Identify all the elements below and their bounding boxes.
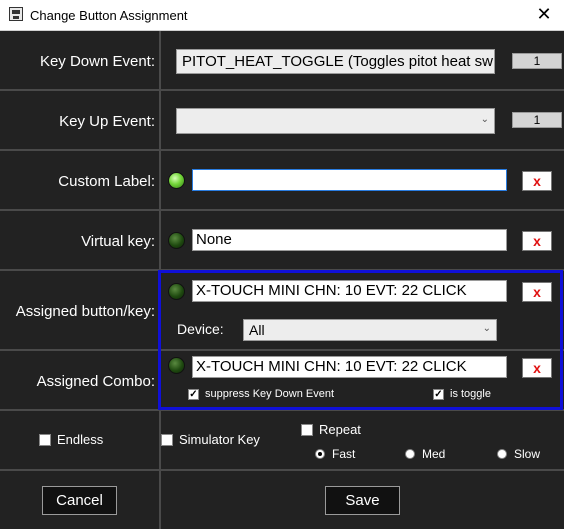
clear-custom-label-button[interactable]: x — [522, 171, 552, 191]
custom-label-input[interactable] — [192, 169, 507, 191]
radio-icon — [497, 449, 507, 459]
simulator-key-checkbox[interactable]: Simulator Key — [161, 432, 260, 447]
checkbox-box — [161, 433, 173, 446]
speed-med-label: Med — [422, 447, 446, 461]
repeat-label: Repeat — [319, 422, 361, 437]
key-down-label: Key Down Event: — [39, 53, 155, 70]
simulator-key-label: Simulator Key — [179, 432, 260, 447]
led-on-icon — [168, 172, 185, 189]
key-down-select[interactable]: PITOT_HEAT_TOGGLE (Toggles pitot heat sw… — [176, 49, 495, 74]
is-toggle-checkbox[interactable]: ✓ is toggle — [433, 388, 491, 400]
key-up-count[interactable]: 1 — [512, 112, 562, 128]
checkbox-box — [39, 433, 51, 446]
assigned-button-input[interactable]: X-TOUCH MINI CHN: 10 EVT: 22 CLICK — [192, 280, 507, 302]
row-divider — [0, 469, 564, 471]
repeat-checkbox[interactable]: Repeat — [301, 422, 361, 437]
window-title: Change Button Assignment — [30, 8, 188, 23]
key-down-value: PITOT_HEAT_TOGGLE (Toggles pitot heat sw… — [182, 53, 494, 70]
chevron-down-icon: ⌄ — [482, 323, 491, 334]
assigned-button-label: Assigned button/key: — [15, 303, 155, 320]
device-value: All — [249, 322, 265, 338]
row-divider — [0, 149, 564, 151]
speed-fast-label: Fast — [332, 447, 356, 461]
chevron-down-icon: ⌄ — [480, 54, 489, 66]
clear-virtual-key-button[interactable]: x — [522, 231, 552, 251]
speed-med-radio[interactable]: Med — [405, 447, 445, 461]
device-select[interactable]: All ⌄ — [243, 319, 497, 341]
checkmark-icon: ✓ — [433, 388, 444, 400]
virtual-key-label: Virtual key: — [81, 233, 155, 250]
virtual-key-input[interactable]: None — [192, 229, 507, 251]
speed-fast-radio[interactable]: Fast — [315, 447, 355, 461]
title-bar: Change Button Assignment ✕ — [0, 0, 564, 31]
clear-assigned-button-button[interactable]: x — [522, 282, 552, 302]
key-down-count[interactable]: 1 — [512, 53, 562, 69]
key-up-select[interactable]: ⌄ — [176, 108, 495, 134]
app-icon — [9, 7, 23, 21]
speed-slow-label: Slow — [514, 447, 541, 461]
cancel-button[interactable]: Cancel — [42, 486, 117, 515]
device-label: Device: — [177, 321, 224, 337]
endless-label: Endless — [57, 432, 104, 447]
led-off-icon — [168, 232, 185, 249]
radio-icon — [405, 449, 415, 459]
led-off-icon — [168, 283, 185, 300]
clear-assigned-combo-button[interactable]: x — [522, 358, 552, 378]
custom-label-label: Custom Label: — [58, 173, 155, 190]
suppress-key-down-checkbox[interactable]: ✓ suppress Key Down Event — [188, 388, 334, 400]
save-button[interactable]: Save — [325, 486, 400, 515]
checkbox-box — [301, 423, 313, 436]
checkmark-icon: ✓ — [188, 388, 199, 400]
speed-slow-radio[interactable]: Slow — [497, 447, 540, 461]
is-toggle-label: is toggle — [450, 388, 491, 400]
chevron-down-icon: ⌄ — [480, 113, 489, 125]
row-divider — [0, 209, 564, 211]
key-up-label: Key Up Event: — [59, 113, 155, 130]
suppress-key-down-label: suppress Key Down Event — [205, 388, 335, 400]
radio-selected-icon — [315, 449, 325, 459]
close-icon[interactable]: ✕ — [533, 4, 555, 24]
dialog-body: Key Down Event: PITOT_HEAT_TOGGLE (Toggl… — [0, 31, 564, 529]
assigned-combo-label: Assigned Combo: — [36, 373, 155, 390]
endless-checkbox[interactable]: Endless — [39, 432, 103, 447]
assigned-combo-input[interactable]: X-TOUCH MINI CHN: 10 EVT: 22 CLICK — [192, 356, 507, 378]
row-divider — [0, 89, 564, 91]
led-off-icon — [168, 357, 185, 374]
